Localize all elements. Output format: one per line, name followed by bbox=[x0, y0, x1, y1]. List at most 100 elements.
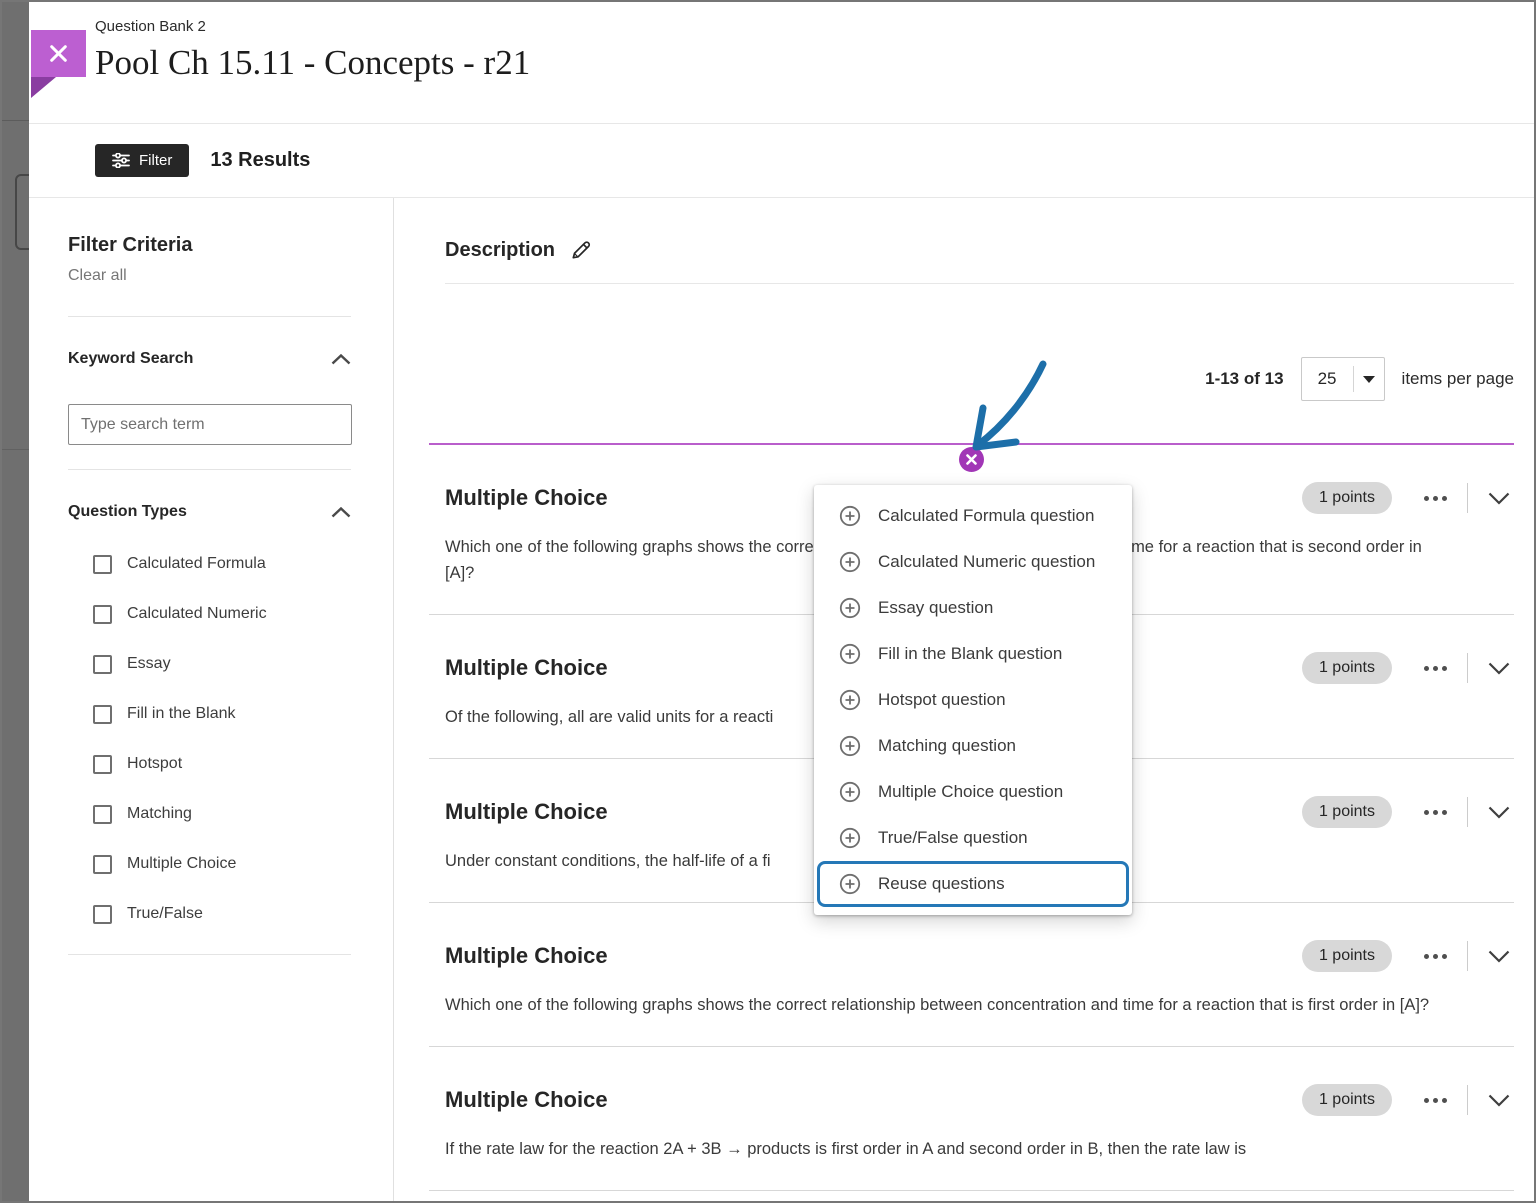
checkbox[interactable] bbox=[93, 555, 112, 574]
ribbon-fold bbox=[31, 77, 56, 98]
expand-chevron-down-icon[interactable] bbox=[1484, 946, 1514, 967]
chevron-up-icon bbox=[331, 507, 351, 518]
clear-all-link[interactable]: Clear all bbox=[68, 267, 127, 285]
type-option-label: Calculated Formula bbox=[127, 555, 266, 573]
divider bbox=[1467, 653, 1468, 683]
type-option-calculated-numeric: Calculated Numeric bbox=[68, 589, 351, 639]
expand-chevron-down-icon[interactable] bbox=[1484, 1090, 1514, 1111]
page-size-value: 25 bbox=[1302, 369, 1353, 389]
menu-item-label: Calculated Formula question bbox=[878, 506, 1094, 526]
menu-item-true-false[interactable]: True/False question bbox=[814, 815, 1132, 861]
question-type-title: Multiple Choice bbox=[445, 942, 608, 970]
close-add-menu-button[interactable] bbox=[959, 447, 984, 472]
keyword-search-section-header[interactable]: Keyword Search bbox=[68, 350, 351, 368]
background-divider bbox=[2, 120, 29, 121]
filter-button-label: Filter bbox=[139, 152, 172, 169]
type-option-label: Essay bbox=[127, 655, 171, 673]
divider bbox=[1467, 941, 1468, 971]
type-option-fill-in-the-blank: Fill in the Blank bbox=[68, 689, 351, 739]
filter-sliders-icon bbox=[112, 153, 130, 168]
search-input[interactable] bbox=[68, 404, 352, 445]
type-option-essay: Essay bbox=[68, 639, 351, 689]
menu-item-label: Essay question bbox=[878, 598, 993, 618]
add-circle-icon bbox=[839, 827, 861, 849]
chevron-up-icon bbox=[331, 354, 351, 365]
overflow-menu-icon[interactable] bbox=[1422, 490, 1449, 507]
add-circle-icon bbox=[839, 873, 861, 895]
checkbox[interactable] bbox=[93, 655, 112, 674]
type-option-label: Calculated Numeric bbox=[127, 605, 267, 623]
background-divider bbox=[2, 449, 29, 450]
panel-header: Question Bank 2 Pool Ch 15.11 - Concepts… bbox=[29, 2, 1534, 124]
divider bbox=[1467, 1085, 1468, 1115]
expand-chevron-down-icon[interactable] bbox=[1484, 488, 1514, 509]
add-circle-icon bbox=[839, 689, 861, 711]
menu-item-fill-in-the-blank[interactable]: Fill in the Blank question bbox=[814, 631, 1132, 677]
menu-item-hotspot[interactable]: Hotspot question bbox=[814, 677, 1132, 723]
menu-item-label: True/False question bbox=[878, 828, 1028, 848]
expand-chevron-down-icon[interactable] bbox=[1484, 802, 1514, 823]
add-circle-icon bbox=[839, 551, 861, 573]
checkbox[interactable] bbox=[93, 755, 112, 774]
expand-chevron-down-icon[interactable] bbox=[1484, 658, 1514, 679]
menu-item-label: Multiple Choice question bbox=[878, 782, 1063, 802]
points-badge: 1 points bbox=[1302, 940, 1392, 972]
type-option-label: Fill in the Blank bbox=[127, 705, 236, 723]
question-bank-pool-screen: Question Bank 2 Pool Ch 15.11 - Concepts… bbox=[0, 0, 1536, 1203]
menu-item-reuse-questions[interactable]: Reuse questions bbox=[817, 861, 1129, 907]
description-label: Description bbox=[445, 239, 555, 262]
menu-item-label: Calculated Numeric question bbox=[878, 552, 1095, 572]
divider bbox=[1467, 797, 1468, 827]
type-option-label: Matching bbox=[127, 805, 192, 823]
add-circle-icon bbox=[839, 735, 861, 757]
question-type-title: Multiple Choice bbox=[445, 484, 608, 512]
overflow-menu-icon[interactable] bbox=[1422, 1092, 1449, 1109]
question-type-title: Multiple Choice bbox=[445, 1086, 608, 1114]
checkbox[interactable] bbox=[93, 705, 112, 724]
menu-item-label: Matching question bbox=[878, 736, 1016, 756]
overflow-menu-icon[interactable] bbox=[1422, 948, 1449, 965]
divider bbox=[68, 954, 351, 955]
close-circle-icon bbox=[966, 454, 977, 465]
points-badge: 1 points bbox=[1302, 652, 1392, 684]
add-circle-icon bbox=[839, 597, 861, 619]
page-title: Pool Ch 15.11 - Concepts - r21 bbox=[95, 40, 1534, 86]
filter-criteria-title: Filter Criteria bbox=[68, 234, 351, 257]
overflow-menu-icon[interactable] bbox=[1422, 660, 1449, 677]
question-row: Multiple Choice 1 points Which one of th… bbox=[429, 903, 1514, 1047]
menu-item-matching[interactable]: Matching question bbox=[814, 723, 1132, 769]
type-option-label: True/False bbox=[127, 905, 203, 923]
close-panel-button[interactable] bbox=[31, 30, 86, 77]
question-text: Which one of the following graphs shows … bbox=[445, 992, 1450, 1018]
pagination-bar: 1-13 of 13 25 items per page bbox=[429, 357, 1514, 401]
checkbox[interactable] bbox=[93, 855, 112, 874]
question-row: Multiple Choice 1 points If the rate law… bbox=[429, 1047, 1514, 1191]
edit-pencil-icon[interactable] bbox=[569, 239, 592, 262]
items-per-page-label: items per page bbox=[1402, 369, 1514, 389]
menu-item-label: Hotspot question bbox=[878, 690, 1006, 710]
question-type-filter-list: Calculated Formula Calculated Numeric Es… bbox=[68, 539, 351, 939]
divider bbox=[68, 469, 351, 470]
menu-item-calculated-formula[interactable]: Calculated Formula question bbox=[814, 493, 1132, 539]
filter-button[interactable]: Filter bbox=[95, 144, 189, 177]
overflow-menu-icon[interactable] bbox=[1422, 804, 1449, 821]
question-type-title: Multiple Choice bbox=[445, 654, 608, 682]
type-option-label: Multiple Choice bbox=[127, 855, 236, 873]
question-bank-label: Question Bank 2 bbox=[95, 17, 1534, 37]
menu-item-essay[interactable]: Essay question bbox=[814, 585, 1132, 631]
checkbox[interactable] bbox=[93, 905, 112, 924]
type-option-matching: Matching bbox=[68, 789, 351, 839]
pool-panel: Question Bank 2 Pool Ch 15.11 - Concepts… bbox=[29, 2, 1534, 1201]
add-question-menu: Calculated Formula question Calculated N… bbox=[814, 485, 1132, 915]
points-badge: 1 points bbox=[1302, 1084, 1392, 1116]
divider bbox=[68, 316, 351, 317]
checkbox[interactable] bbox=[93, 605, 112, 624]
menu-item-label: Reuse questions bbox=[878, 874, 1005, 894]
checkbox[interactable] bbox=[93, 805, 112, 824]
question-types-section-header[interactable]: Question Types bbox=[68, 503, 351, 521]
menu-item-multiple-choice[interactable]: Multiple Choice question bbox=[814, 769, 1132, 815]
add-circle-icon bbox=[839, 505, 861, 527]
keyword-search-label: Keyword Search bbox=[68, 350, 193, 368]
menu-item-calculated-numeric[interactable]: Calculated Numeric question bbox=[814, 539, 1132, 585]
page-size-select[interactable]: 25 bbox=[1301, 357, 1385, 401]
